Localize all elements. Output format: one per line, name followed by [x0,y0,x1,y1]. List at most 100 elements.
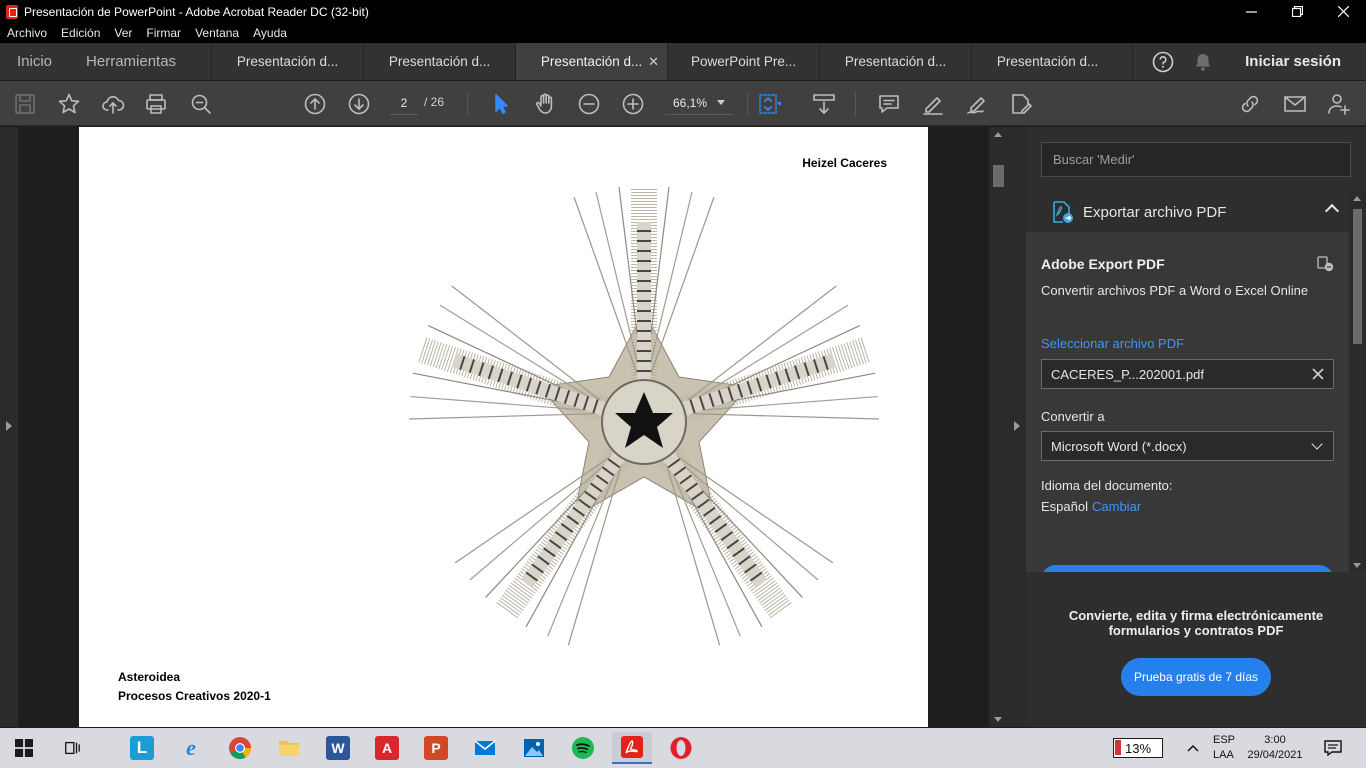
input-language[interactable]: ESP LAA [1213,733,1235,763]
taskbar-file-explorer[interactable] [269,732,309,764]
taskbar-photos[interactable] [514,732,554,764]
tools-pane: Buscar 'Medir' Exportar archivo PDF Adob… [1026,127,1366,727]
comment-button[interactable] [876,91,902,117]
scroll-down-icon[interactable] [994,717,1002,722]
doc-tab-4[interactable]: PowerPoint Pre... [667,43,819,80]
menu-ventana[interactable]: Ventana [195,26,239,40]
convert-button[interactable] [1041,565,1334,572]
acrobat-a-icon: A [375,736,399,760]
next-page-button[interactable] [346,91,372,117]
toolbar-separator [855,91,856,117]
scroll-mode-button[interactable] [811,91,837,117]
document-scrollbar[interactable] [989,127,1008,727]
doc-tab-6[interactable]: Presentación d... [971,43,1123,80]
sign-in-button[interactable]: Iniciar sesión [1245,53,1341,70]
sign-button[interactable] [964,91,990,117]
menu-archivo[interactable]: Archivo [7,26,47,40]
save-button[interactable] [12,91,38,117]
hand-tool-button[interactable] [532,91,558,117]
notification-bell-icon[interactable] [1192,51,1214,73]
scroll-up-icon[interactable] [994,132,1002,137]
close-tab-icon[interactable]: ✕ [648,54,659,70]
restore-icon [1291,6,1303,17]
window-title: Presentación de PowerPoint - Adobe Acrob… [24,4,369,19]
battery-indicator[interactable]: 13% [1113,738,1163,758]
convert-files-icon[interactable] [1317,256,1334,272]
more-tools-button[interactable] [1008,91,1034,117]
add-user-button[interactable] [1326,91,1352,117]
menu-ver[interactable]: Ver [114,26,132,40]
menu-edicion[interactable]: Edición [61,26,100,40]
taskbar-word[interactable]: W [318,732,358,764]
minimize-button[interactable] [1228,0,1274,23]
comment-icon [879,95,899,113]
select-pdf-link[interactable]: Seleccionar archivo PDF [1041,336,1184,351]
find-button[interactable] [188,91,214,117]
zoom-in-button[interactable] [620,91,646,117]
tab-herramientas[interactable]: Herramientas [69,43,211,80]
taskbar-app-l[interactable]: L [122,732,162,764]
select-tool-button[interactable] [488,91,514,117]
page-number-input[interactable]: 2 [390,91,418,115]
close-window-button[interactable] [1320,0,1366,23]
clear-file-icon[interactable] [1311,367,1325,381]
free-trial-button[interactable]: Prueba gratis de 7 días [1121,658,1271,696]
zoom-out-button[interactable] [576,91,602,117]
task-view-button[interactable] [52,732,92,764]
doc-tab-2[interactable]: Presentación d... [363,43,515,80]
taskbar-opera[interactable] [661,732,701,764]
menu-ayuda[interactable]: Ayuda [253,26,287,40]
promo-section: Convierte, edita y firma electrónicament… [1026,572,1366,727]
convert-format-select[interactable]: Microsoft Word (*.docx) [1041,431,1334,461]
document-viewer[interactable]: Heizel Caceres Asteroidea Procesos Creat… [0,127,1008,727]
scroll-down-icon[interactable] [1353,563,1361,568]
highlight-button[interactable] [920,91,946,117]
menu-firmar[interactable]: Firmar [146,26,181,40]
pane-scrollbar[interactable] [1349,192,1366,572]
taskbar-chrome[interactable] [220,732,260,764]
tab-inicio[interactable]: Inicio [0,43,69,80]
change-language-link[interactable]: Cambiar [1092,499,1141,514]
scroll-thumb[interactable] [993,165,1004,187]
action-center-icon[interactable] [1324,740,1342,756]
document-language-value: Español [1041,499,1088,514]
cursor-arrow-icon [495,94,508,114]
taskbar-acrobat-alt[interactable]: A [367,732,407,764]
doc-tab-3-active[interactable]: Presentación d... ✕ [515,43,668,80]
upload-cloud-button[interactable] [100,91,126,117]
previous-page-button[interactable] [302,91,328,117]
chevron-up-icon[interactable] [1186,742,1200,754]
export-pdf-title: Exportar archivo PDF [1083,203,1227,221]
toolbar-separator [467,91,468,117]
taskbar-mail[interactable] [465,732,505,764]
taskbar-internet-explorer[interactable]: e [171,732,211,764]
email-button[interactable] [1282,91,1308,117]
doc-tab-1[interactable]: Presentación d... [211,43,363,80]
export-pdf-header[interactable]: Exportar archivo PDF [1026,192,1349,232]
convert-format-value: Microsoft Word (*.docx) [1051,438,1187,454]
mail-icon [474,740,496,755]
doc-tab-5[interactable]: Presentación d... [819,43,971,80]
selected-file-field[interactable]: CACERES_P...202001.pdf [1041,359,1334,389]
title-bar: Presentación de PowerPoint - Adobe Acrob… [0,0,1366,23]
tools-search-input[interactable]: Buscar 'Medir' [1041,142,1351,177]
zoom-level-select[interactable]: 66,1% [665,91,733,115]
scroll-up-icon[interactable] [1353,196,1361,201]
left-panel-toggle[interactable] [0,127,18,727]
right-panel-toggle[interactable] [1008,127,1026,727]
print-button[interactable] [143,91,169,117]
fit-page-button[interactable] [756,91,782,117]
share-link-button[interactable] [1237,91,1263,117]
taskbar-spotify[interactable] [563,732,603,764]
help-icon[interactable] [1152,51,1174,73]
chevron-up-icon[interactable] [1324,203,1340,219]
fill-sign-icon [967,97,985,114]
scroll-thumb[interactable] [1353,209,1362,344]
minus-circle-icon [578,93,600,115]
bookmark-star-button[interactable] [56,91,82,117]
system-clock[interactable]: 3:00 29/04/2021 [1246,733,1304,763]
taskbar-acrobat-reader[interactable] [612,732,652,764]
taskbar-powerpoint[interactable]: P [416,732,456,764]
start-button[interactable] [4,732,44,764]
restore-button[interactable] [1274,0,1320,23]
